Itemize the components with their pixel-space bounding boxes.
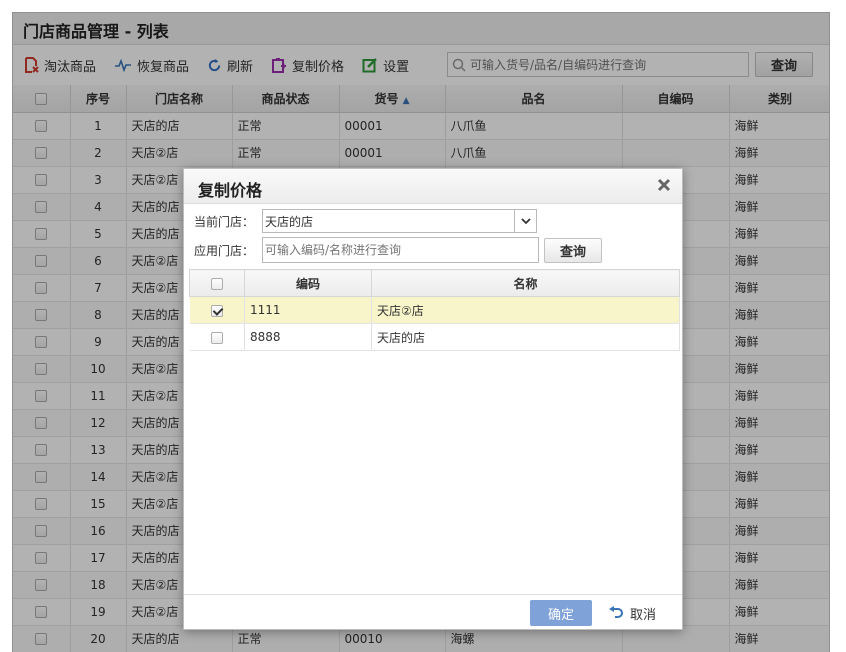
store-cell-name: 天店②店	[371, 296, 680, 324]
cancel-label: 取消	[630, 607, 657, 623]
chevron-down-icon[interactable]	[514, 210, 536, 232]
store-row-checkbox[interactable]	[210, 331, 223, 344]
dialog-title: 复制价格	[198, 181, 263, 200]
apply-store-label: 应用门店：	[194, 243, 255, 258]
store-cell-name: 天店的店	[371, 323, 680, 351]
cancel-button[interactable]: 取消	[608, 600, 656, 626]
store-select-all-checkbox[interactable]	[211, 277, 223, 290]
apply-store-search-input[interactable]	[265, 243, 535, 257]
apply-store-row: 应用门店： 查询	[194, 237, 602, 263]
store-cell-code: 8888	[244, 323, 372, 351]
dialog-header: 复制价格	[184, 169, 682, 204]
store-table-body: 1111 天店②店 8888 天店的店	[189, 296, 680, 351]
store-select-all-header	[189, 269, 245, 297]
store-row-checkbox[interactable]	[210, 304, 223, 317]
apply-store-table: 编码 名称 1111 天店②店 8888 天店的店	[189, 269, 680, 351]
apply-store-query-button[interactable]: 查询	[544, 237, 602, 263]
store-cell-code: 1111	[244, 296, 372, 324]
confirm-button[interactable]: 确定	[530, 600, 592, 626]
undo-icon	[609, 606, 623, 618]
column-header-store-name[interactable]: 名称	[371, 269, 680, 297]
store-table-header-row: 编码 名称	[189, 269, 680, 297]
column-header-store-code[interactable]: 编码	[244, 269, 372, 297]
dialog-footer: 确定 取消	[184, 594, 682, 629]
current-store-row: 当前门店： 天店的店	[194, 209, 537, 233]
store-row[interactable]: 1111 天店②店	[189, 296, 680, 324]
current-store-label: 当前门店：	[194, 214, 255, 229]
store-checkbox-cell	[189, 296, 245, 324]
close-icon[interactable]	[656, 177, 672, 197]
store-row[interactable]: 8888 天店的店	[189, 323, 680, 351]
current-store-select[interactable]: 天店的店	[262, 209, 537, 233]
current-store-value: 天店的店	[265, 214, 314, 229]
store-checkbox-cell	[189, 323, 245, 351]
copy-price-dialog: 复制价格 当前门店： 天店的店 应用门店： 查询 编码 名称 1111天	[183, 168, 683, 630]
apply-store-search-box	[262, 237, 539, 263]
